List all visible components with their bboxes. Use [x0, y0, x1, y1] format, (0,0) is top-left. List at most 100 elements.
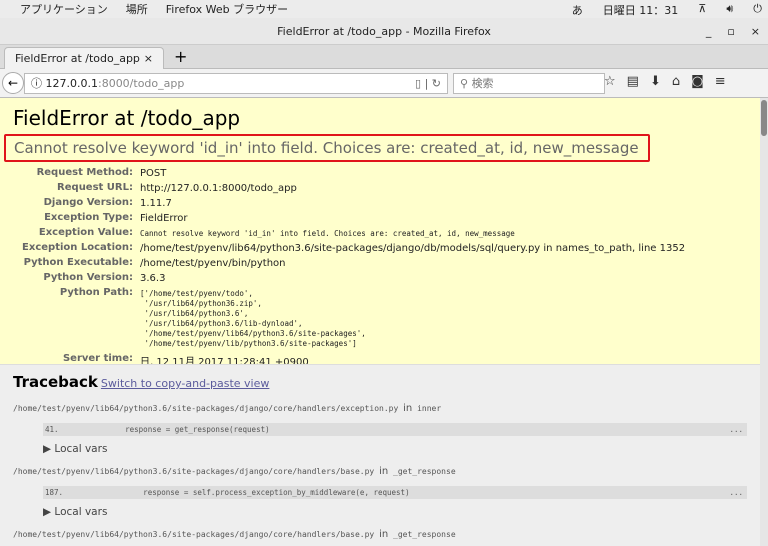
pocket-icon[interactable]: ◙ [691, 74, 704, 89]
info-icon[interactable]: ⓘ [31, 77, 42, 90]
triangle-right-icon: ▶ [43, 443, 52, 455]
home-icon[interactable]: ⌂ [672, 74, 680, 89]
table-row: Python Version: 3.6.3 [13, 271, 685, 286]
maximize-button[interactable]: ▫ [727, 18, 734, 45]
row-value: 1.11.7 [140, 198, 172, 209]
search-input[interactable]: ⚲ 検索 [453, 73, 605, 94]
table-row: Python Executable: /home/test/pyenv/bin/p… [13, 256, 685, 271]
table-row: Exception Type: FieldError [13, 211, 685, 226]
function-name: _get_response [393, 530, 456, 539]
power-icon[interactable]: ⏻ [753, 2, 762, 18]
tab-fielderror[interactable]: FieldError at /todo_app × [4, 47, 164, 70]
local-vars-toggle[interactable]: ▶ Local vars [43, 443, 747, 456]
search-placeholder: 検索 [471, 77, 494, 90]
back-button[interactable]: ← [2, 72, 24, 94]
in-label: in [379, 529, 389, 540]
table-row: Django Version: 1.11.7 [13, 196, 685, 211]
local-vars-toggle[interactable]: ▶ Local vars [43, 506, 747, 519]
line-number: 187. [45, 488, 64, 497]
traceback-title: Traceback [13, 373, 98, 391]
table-row: Exception Location: /home/test/pyenv/lib6… [13, 241, 685, 256]
row-label: Exception Location: [22, 242, 133, 253]
row-value: http://127.0.0.1:8000/todo_app [140, 183, 297, 194]
row-value: ['/home/test/pyenv/todo', '/usr/lib64/py… [140, 289, 366, 348]
in-label: in [379, 466, 389, 477]
code-line[interactable]: 187. response = self.process_exception_b… [43, 486, 747, 499]
download-icon[interactable]: ⬇ [650, 74, 661, 89]
row-label: Python Path: [59, 287, 133, 298]
volume-icon[interactable]: 🔊︎ [726, 2, 733, 18]
row-value: /home/test/pyenv/lib64/python3.6/site-pa… [140, 243, 686, 254]
row-label: Python Version: [43, 272, 133, 283]
row-label: Exception Value: [38, 227, 133, 238]
input-method[interactable]: あ [572, 2, 583, 18]
gnome-top-bar: アプリケーション 場所 Firefox Web ブラウザー あ 日曜日 11：3… [0, 0, 768, 18]
bookmarks-list-icon[interactable]: ▤ [627, 74, 639, 89]
table-row: Request URL: http://127.0.0.1:8000/todo_a… [13, 181, 685, 196]
row-value: Cannot resolve keyword 'id_in' into fiel… [140, 228, 515, 238]
expand-context[interactable]: ... [729, 486, 743, 499]
row-label: Server time: [62, 353, 133, 364]
error-message: Cannot resolve keyword 'id_in' into fiel… [4, 134, 650, 162]
window-title: FieldError at /todo_app - Mozilla Firefo… [277, 25, 491, 38]
app-menu[interactable]: Firefox Web ブラウザー [166, 1, 288, 17]
file-path: /home/test/pyenv/lib64/python3.6/site-pa… [13, 404, 399, 413]
url-bar[interactable]: ⓘ 127.0.0.1:8000/todo_app ▯ | ↻ [24, 73, 448, 94]
line-number: 41. [45, 425, 59, 434]
row-value: 日, 12 11月 2017 11:28:41 +0900 [140, 357, 309, 365]
in-label: in [403, 403, 413, 414]
page-content: FieldError at /todo_app Cannot resolve k… [0, 98, 760, 546]
window-titlebar: FieldError at /todo_app - Mozilla Firefo… [0, 18, 768, 45]
error-summary: FieldError at /todo_app Cannot resolve k… [0, 98, 760, 365]
triangle-right-icon: ▶ [43, 506, 52, 518]
row-label: Request URL: [57, 182, 133, 193]
local-vars-label: Local vars [54, 506, 108, 518]
tab-strip: FieldError at /todo_app × + [0, 45, 768, 70]
row-label: Django Version: [43, 197, 133, 208]
row-value: FieldError [140, 213, 188, 224]
table-row: Python Path: ['/home/test/pyenv/todo', '/… [13, 286, 685, 350]
apps-menu[interactable]: アプリケーション [20, 1, 108, 17]
new-tab-button[interactable]: + [174, 47, 187, 66]
frame-path: /home/test/pyenv/lib64/python3.6/site-pa… [13, 467, 747, 477]
tab-close-icon[interactable]: × [144, 52, 153, 65]
url-path: :8000/todo_app [97, 77, 185, 90]
reload-icon[interactable]: ↻ [432, 77, 441, 90]
frame-path: /home/test/pyenv/lib64/python3.6/site-pa… [13, 404, 747, 414]
clock[interactable]: 日曜日 11：31 [603, 2, 679, 18]
page-title: FieldError at /todo_app [13, 106, 241, 130]
row-label: Exception Type: [44, 212, 133, 223]
code-line[interactable]: 41. response = get_response(request)... [43, 423, 747, 436]
frame-path: /home/test/pyenv/lib64/python3.6/site-pa… [13, 530, 747, 540]
menu-icon[interactable]: ≡ [715, 74, 726, 89]
code-text: response = get_response(request) [89, 425, 270, 434]
scrollbar-thumb[interactable] [761, 100, 767, 136]
scrollbar[interactable] [760, 98, 768, 546]
file-path: /home/test/pyenv/lib64/python3.6/site-pa… [13, 530, 375, 539]
row-label: Python Executable: [23, 257, 133, 268]
close-window-button[interactable]: × [751, 18, 760, 45]
row-value: POST [140, 168, 167, 179]
expand-context[interactable]: ... [729, 423, 743, 436]
row-label: Request Method: [36, 167, 133, 178]
tab-label: FieldError at /todo_app [15, 52, 140, 65]
places-menu[interactable]: 場所 [126, 1, 148, 17]
table-row: Server time: 日, 12 11月 2017 11:28:41 +090… [13, 350, 685, 365]
traceback-section: Traceback Switch to copy-and-paste view /… [0, 365, 760, 546]
function-name: _get_response [393, 467, 456, 476]
code-text: response = self.process_exception_by_mid… [89, 488, 410, 497]
request-info-table: Request Method: POST Request URL: http://1… [13, 166, 685, 365]
bookmark-star-icon[interactable]: ☆ [604, 74, 616, 89]
network-icon[interactable]: ⊼ [698, 2, 706, 18]
table-row: Exception Value: Cannot resolve keyword '… [13, 226, 685, 241]
nav-bar: ← ⓘ 127.0.0.1:8000/todo_app ▯ | ↻ ⚲ 検索 ☆ … [0, 69, 768, 98]
copy-paste-view-link[interactable]: Switch to copy-and-paste view [101, 377, 269, 390]
url-host: 127.0.0.1 [45, 77, 98, 90]
table-row: Request Method: POST [13, 166, 685, 181]
search-icon: ⚲ [460, 77, 469, 90]
minimize-button[interactable]: _ [706, 18, 712, 45]
row-value: /home/test/pyenv/bin/python [140, 258, 286, 269]
reader-view-icon[interactable]: ▯ [415, 77, 421, 90]
file-path: /home/test/pyenv/lib64/python3.6/site-pa… [13, 467, 375, 476]
local-vars-label: Local vars [54, 443, 108, 455]
